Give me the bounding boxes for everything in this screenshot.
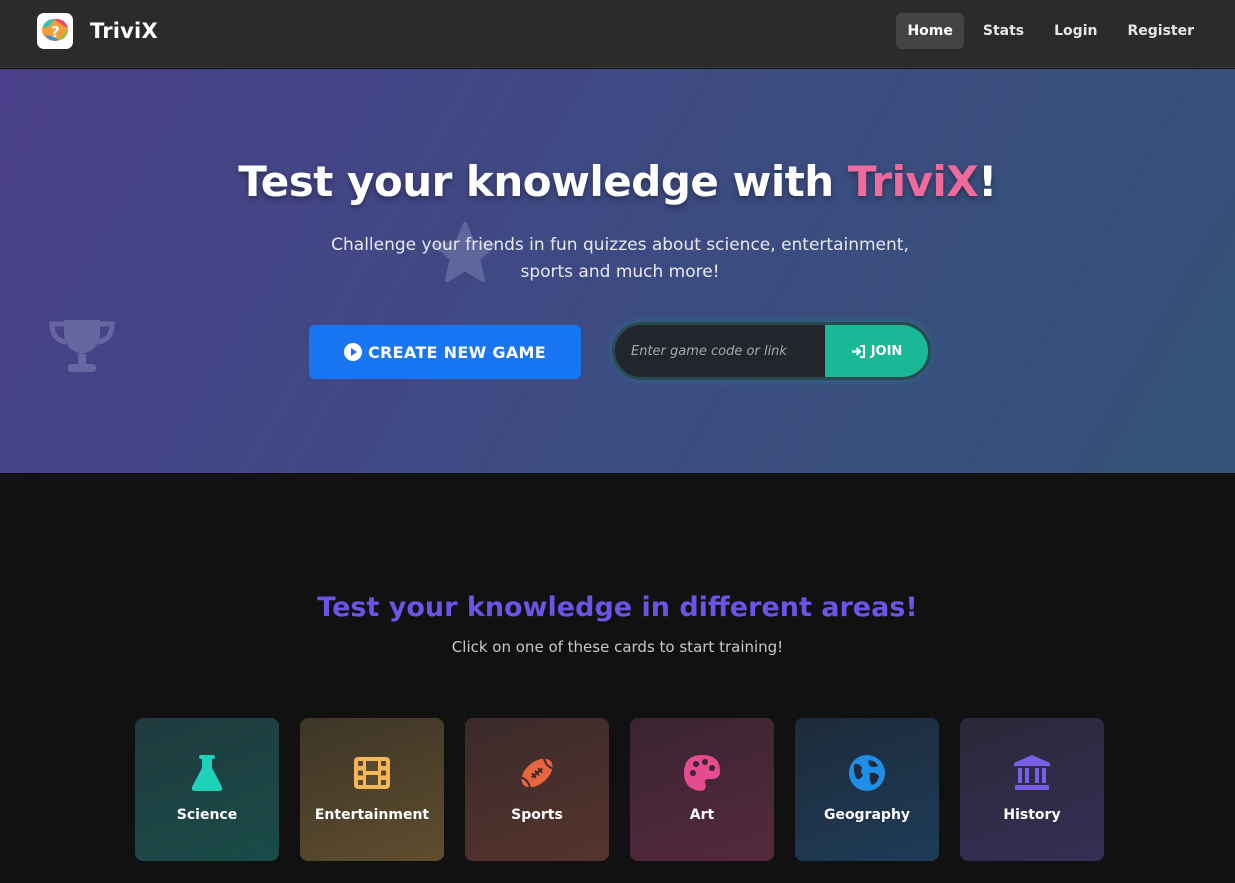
trophy-icon [49,320,115,372]
category-card-art[interactable]: Art [630,718,774,861]
join-group: JOIN [612,322,931,380]
category-label: Sports [511,807,563,823]
nav-stats[interactable]: Stats [972,13,1035,49]
flask-icon [188,754,226,792]
section-subtitle: Click on one of these cards to start tra… [451,638,784,656]
brand-name: TriviX [90,19,158,43]
category-card-science[interactable]: Science [135,718,279,861]
category-label: Art [689,807,715,823]
football-icon [518,754,556,792]
category-card-geography[interactable]: Geography [795,718,939,861]
category-label: Geography [823,807,911,823]
category-cards: Science Entertainment Sports Art Geograp… [135,718,1104,861]
category-label: History [1003,807,1061,823]
category-card-sports[interactable]: Sports [465,718,609,861]
nav-home[interactable]: Home [896,13,964,49]
join-label: JOIN [870,343,903,359]
hero-title: Test your knowledge with TriviX! [0,157,1235,206]
hero-title-prefix: Test your knowledge with [238,157,848,206]
hero-title-suffix: ! [978,157,997,206]
navbar: ? TriviX Home Stats Login Register [0,0,1235,68]
game-code-input[interactable] [615,325,825,377]
brand[interactable]: ? TriviX [37,13,158,49]
nav-register[interactable]: Register [1116,13,1205,49]
svg-text:?: ? [51,23,60,41]
nav-login[interactable]: Login [1043,13,1108,49]
section-title: Test your knowledge in different areas! [317,592,918,623]
create-new-game-label: CREATE NEW GAME [368,342,546,362]
landmark-icon [1013,754,1051,792]
category-label: Entertainment [314,807,430,823]
film-icon [353,754,391,792]
category-card-history[interactable]: History [960,718,1104,861]
category-label: Science [176,807,238,823]
join-button[interactable]: JOIN [825,325,928,377]
hero-title-accent: TriviX [847,157,979,206]
brain-logo-icon: ? [37,13,73,49]
sign-in-icon [851,344,865,358]
nav-links: Home Stats Login Register [896,13,1205,49]
palette-icon [683,754,721,792]
hero-subtitle: Challenge your friends in fun quizzes ab… [331,235,909,282]
globe-icon [848,754,886,792]
hero: Test your knowledge with TriviX! Challen… [0,69,1235,473]
play-circle-icon [344,343,363,361]
create-new-game-button[interactable]: CREATE NEW GAME [309,325,581,379]
category-card-entertainment[interactable]: Entertainment [300,718,444,861]
